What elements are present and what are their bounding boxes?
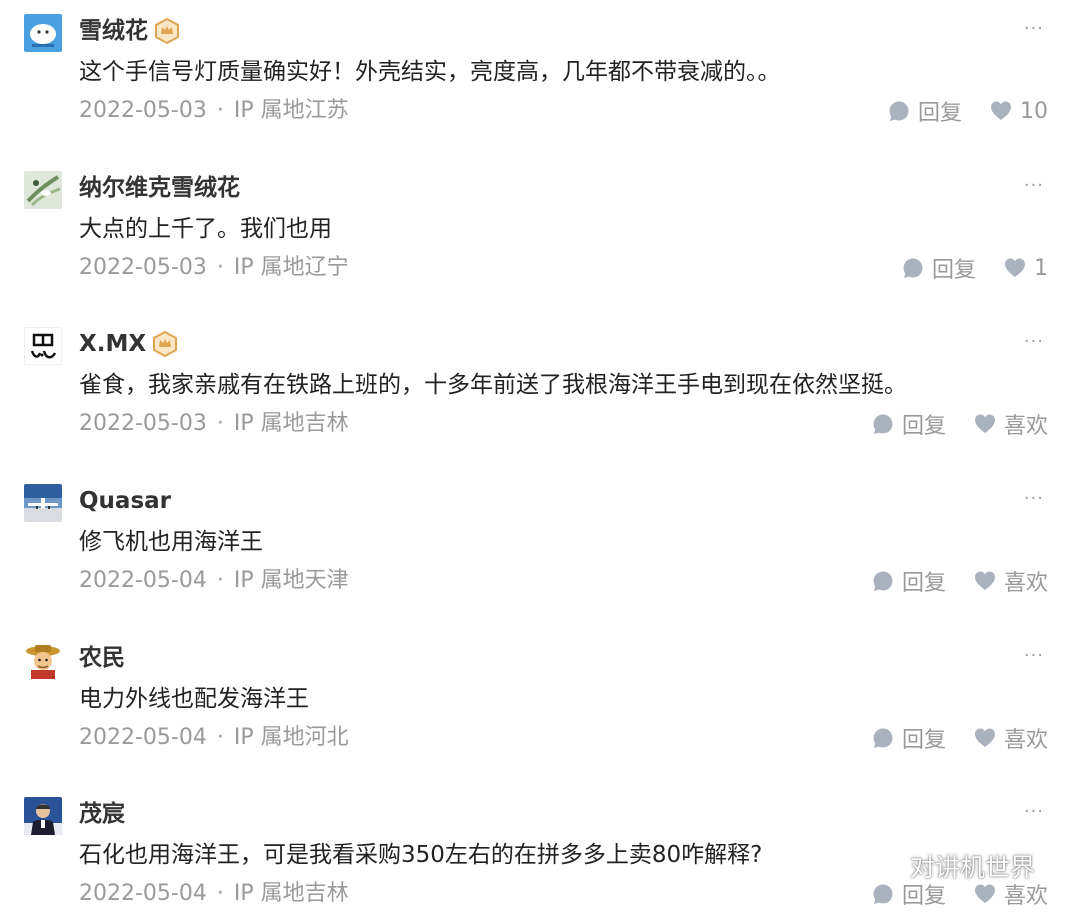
comment-text: 雀食，我家亲戚有在铁路上班的，十多年前送了我根海洋王手电到现在依然坚挺。	[79, 372, 907, 398]
like-count: 1	[1034, 255, 1048, 281]
more-options-button[interactable]: ···	[1024, 18, 1044, 40]
reply-bubble-icon	[888, 100, 910, 122]
comment-actions: 回复 10	[888, 95, 1048, 127]
comment-actions: 回复 1	[902, 252, 1048, 284]
comment-actions: 回复 喜欢	[872, 408, 1048, 440]
watermark: 对讲机世界	[862, 846, 1035, 886]
comment-meta: 2022-05-04 · IP 属地天津	[79, 565, 349, 597]
comment-text: 电力外线也配发海洋王	[79, 686, 309, 712]
reply-button[interactable]: 回复	[888, 95, 962, 127]
comment-date: 2022-05-04	[79, 725, 207, 750]
reply-bubble-icon	[872, 883, 894, 905]
comment-date: 2022-05-03	[79, 98, 207, 123]
wechat-icon	[862, 849, 904, 883]
more-options-button[interactable]: ···	[1024, 175, 1044, 197]
heart-icon	[974, 570, 996, 592]
like-label: 喜欢	[1003, 414, 1048, 439]
reply-label: 回复	[901, 414, 946, 439]
like-button[interactable]: 1	[1004, 256, 1048, 281]
like-button[interactable]: 喜欢	[974, 408, 1048, 440]
meta-separator: ·	[216, 255, 224, 280]
comment-meta: 2022-05-03 · IP 属地江苏	[79, 95, 349, 127]
comment-item: 纳尔维克雪绒花 ··· 大点的上千了。我们也用 2022-05-03 · IP 属地…	[0, 157, 1080, 297]
more-options-button[interactable]: ···	[1024, 801, 1044, 823]
comment-meta: 2022-05-03 · IP 属地吉林	[79, 408, 349, 440]
username[interactable]: 纳尔维克雪绒花	[79, 171, 240, 205]
username[interactable]: Quasar	[79, 484, 171, 518]
watermark-text: 对讲机世界	[910, 853, 1036, 882]
reply-button[interactable]: 回复	[872, 722, 946, 754]
like-button[interactable]: 喜欢	[974, 722, 1048, 754]
comment-item: Quasar ··· 修飞机也用海洋王 2022-05-04 · IP 属地天津 回…	[0, 470, 1080, 610]
comment-item: 农民 ··· 电力外线也配发海洋王 2022-05-04 · IP 属地河北 回复 …	[0, 627, 1080, 767]
username[interactable]: 农民	[79, 641, 125, 675]
meta-separator: ·	[216, 98, 224, 123]
ip-location: IP 属地河北	[233, 725, 349, 750]
avatar[interactable]	[24, 484, 62, 522]
avatar[interactable]	[24, 797, 62, 835]
ip-location: IP 属地天津	[233, 568, 349, 593]
reply-bubble-icon	[902, 257, 924, 279]
username[interactable]: 茂宸	[79, 797, 125, 831]
comment-meta: 2022-05-04 · IP 属地吉林	[79, 878, 349, 910]
ip-location: IP 属地江苏	[233, 98, 349, 123]
comment-actions: 回复 喜欢	[872, 722, 1048, 754]
comment-text: 这个手信号灯质量确实好！外壳结实，亮度高，几年都不带衰减的。。	[79, 59, 781, 85]
avatar[interactable]	[24, 327, 62, 365]
comment-text: 石化也用海洋王，可是我看采购350左右的在拼多多上卖80咋解释?	[79, 842, 763, 868]
comment-text: 大点的上千了。我们也用	[79, 216, 332, 242]
reply-label: 回复	[901, 728, 946, 753]
reply-button[interactable]: 回复	[872, 408, 946, 440]
heart-icon	[974, 413, 996, 435]
avatar[interactable]	[24, 641, 62, 679]
reply-button[interactable]: 回复	[872, 565, 946, 597]
comment-meta: 2022-05-03 · IP 属地辽宁	[79, 252, 349, 284]
like-button[interactable]: 喜欢	[974, 565, 1048, 597]
like-count: 10	[1020, 98, 1048, 124]
ip-location: IP 属地吉林	[233, 881, 349, 906]
comment-date: 2022-05-03	[79, 255, 207, 280]
crown-badge-icon	[152, 331, 178, 357]
comment-text: 修飞机也用海洋王	[79, 529, 263, 555]
avatar[interactable]	[24, 171, 62, 209]
meta-separator: ·	[216, 725, 224, 750]
reply-bubble-icon	[872, 727, 894, 749]
avatar[interactable]	[24, 14, 62, 52]
heart-icon	[974, 883, 996, 905]
reply-bubble-icon	[872, 570, 894, 592]
comment-actions: 回复 喜欢	[872, 565, 1048, 597]
like-label: 喜欢	[1003, 728, 1048, 753]
username[interactable]: 雪绒花	[79, 14, 148, 48]
meta-separator: ·	[216, 568, 224, 593]
crown-badge-icon	[154, 18, 180, 44]
reply-label: 回复	[931, 258, 976, 283]
more-options-button[interactable]: ···	[1024, 645, 1044, 667]
more-options-button[interactable]: ···	[1024, 488, 1044, 510]
comment-date: 2022-05-04	[79, 881, 207, 906]
comment-meta: 2022-05-04 · IP 属地河北	[79, 722, 349, 754]
reply-label: 回复	[917, 101, 962, 126]
comment-date: 2022-05-03	[79, 411, 207, 436]
reply-label: 回复	[901, 571, 946, 596]
reply-button[interactable]: 回复	[902, 252, 976, 284]
heart-icon	[1004, 257, 1026, 279]
ip-location: IP 属地辽宁	[233, 255, 349, 280]
heart-icon	[990, 100, 1012, 122]
ip-location: IP 属地吉林	[233, 411, 349, 436]
reply-bubble-icon	[872, 413, 894, 435]
like-button[interactable]: 10	[990, 99, 1048, 124]
heart-icon	[974, 727, 996, 749]
comment-item: 雪绒花 ··· 这个手信号灯质量确实好！外壳结实，亮度高，几年都不带衰减的。。 …	[0, 0, 1080, 140]
more-options-button[interactable]: ···	[1024, 331, 1044, 353]
meta-separator: ·	[216, 881, 224, 906]
meta-separator: ·	[216, 411, 224, 436]
like-label: 喜欢	[1003, 571, 1048, 596]
comment-item: X.MX ··· 雀食，我家亲戚有在铁路上班的，十多年前送了我根海洋王手电到现在…	[0, 313, 1080, 453]
username[interactable]: X.MX	[79, 327, 146, 361]
comment-date: 2022-05-04	[79, 568, 207, 593]
